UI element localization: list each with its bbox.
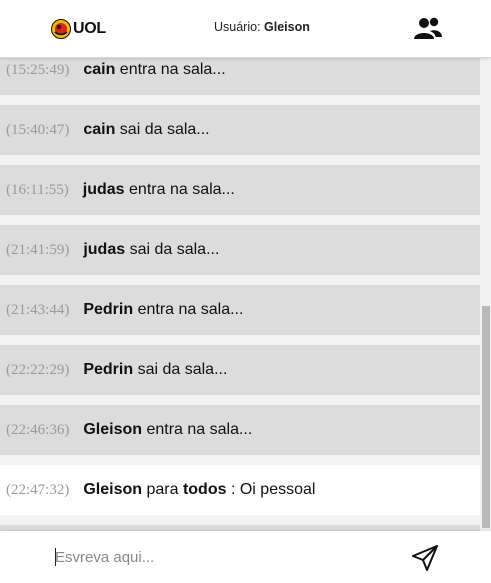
message-row: (21:43:44) Pedrin entra na sala...	[0, 285, 480, 335]
message-time: (22:46:36)	[6, 421, 70, 438]
message-row-public: (22:47:32) Gleison para todos : Oi pesso…	[0, 465, 480, 515]
message-text: entra na sala...	[137, 301, 244, 318]
message-time: (21:41:59)	[6, 241, 70, 258]
message-row: (16:11:55) judas entra na sala...	[0, 165, 480, 215]
message-row: (15:25:49) cain entra na sala...	[0, 58, 480, 95]
top-bar: UOL Usuário: Gleison	[0, 0, 491, 58]
uol-logo[interactable]: UOL	[51, 18, 106, 40]
message-row: (15:40:47) cain sai da sala...	[0, 105, 480, 155]
message-row: (22:46:36) Gleison entra na sala...	[0, 405, 480, 455]
message-text: sai da sala...	[119, 121, 210, 138]
message-user: Pedrin	[83, 361, 134, 378]
scrollbar-thumb[interactable]	[482, 306, 490, 528]
message-row: (21:41:59) judas sai da sala...	[0, 225, 480, 275]
message-time: (16:11:55)	[6, 181, 69, 198]
message-time: (22:22:29)	[6, 361, 70, 378]
message-row: (22:22:29) Pedrin sai da sala...	[0, 345, 480, 395]
message-user: Gleison	[83, 421, 143, 438]
message-to-word: para	[146, 481, 179, 498]
message-user: cain	[83, 61, 116, 78]
message-time: (22:47:32)	[6, 481, 70, 498]
send-icon[interactable]	[410, 543, 440, 573]
message-text: entra na sala...	[129, 181, 235, 198]
message-time: (15:40:47)	[6, 121, 70, 138]
message-user: judas	[83, 241, 126, 258]
user-prefix: Usuário:	[214, 20, 261, 34]
logo-text: UOL	[73, 20, 106, 37]
message-user: Pedrin	[83, 301, 134, 318]
message-text: entra na sala...	[119, 61, 226, 78]
message-time: (15:25:49)	[6, 61, 70, 78]
message-user: cain	[83, 121, 116, 138]
people-icon[interactable]	[413, 16, 443, 40]
current-user-label: Usuário: Gleison	[214, 20, 310, 34]
uol-logo-icon	[51, 19, 71, 39]
message-text: sai da sala...	[137, 361, 228, 378]
current-user-name: Gleison	[264, 20, 310, 34]
message-text: entra na sala...	[146, 421, 253, 438]
text-cursor	[55, 548, 56, 566]
message-user: judas	[82, 181, 125, 198]
bottom-bar	[0, 531, 491, 583]
message-input[interactable]	[55, 545, 375, 569]
message-text: : Oi pessoal	[230, 481, 316, 498]
message-list[interactable]: (15:25:49) cain entra na sala... (15:40:…	[0, 58, 480, 531]
message-user: Gleison	[83, 481, 143, 498]
message-text: sai da sala...	[129, 241, 220, 258]
message-time: (21:43:44)	[6, 301, 70, 318]
message-recipient: todos	[182, 481, 227, 498]
